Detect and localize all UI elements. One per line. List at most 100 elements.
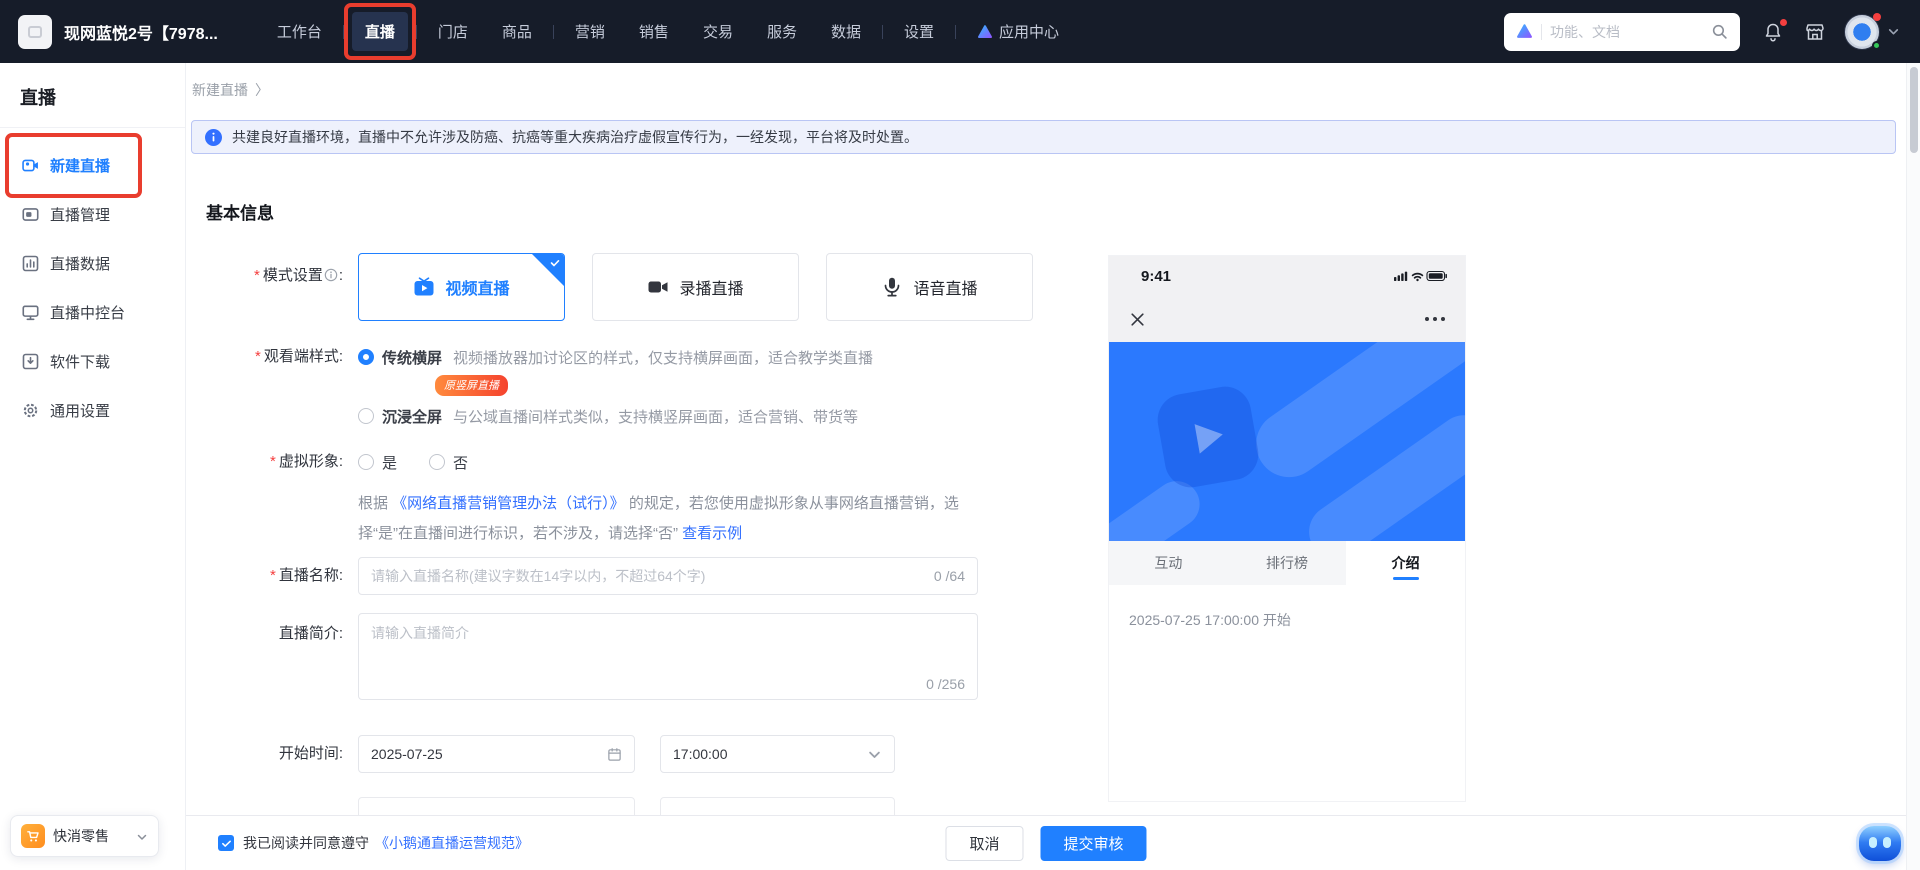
- scrollbar-thumb[interactable]: [1910, 67, 1918, 153]
- search-placeholder: 功能、文档: [1550, 23, 1620, 40]
- required-asterisk: [270, 453, 276, 470]
- nav-item[interactable]: 销售: [626, 12, 682, 51]
- time-picker[interactable]: 17:00:00: [660, 735, 895, 773]
- gear-icon: [22, 402, 39, 419]
- chevron-down-icon: [867, 747, 882, 762]
- nav-item[interactable]: 设置: [891, 12, 947, 51]
- sidebar: 直播 新建直播 直播管理 直播数据 直播中控台 软件下载 通用设置 快消零售: [0, 63, 186, 870]
- breadcrumb-current[interactable]: 新建直播: [192, 80, 248, 100]
- nav-item[interactable]: 商品: [489, 12, 545, 51]
- preview-tab[interactable]: 排行榜: [1227, 541, 1347, 585]
- download-icon: [22, 353, 39, 370]
- submit-review-button[interactable]: 提交审核: [1040, 825, 1147, 861]
- nav-divider: [342, 24, 344, 39]
- sidebar-item[interactable]: 直播中控台: [0, 288, 185, 337]
- nav-item[interactable]: 工作台: [264, 12, 335, 51]
- phone-clock: 9:41: [1141, 267, 1172, 285]
- nav-divider: [881, 24, 883, 39]
- live-intro-textarea[interactable]: [359, 614, 977, 672]
- assistant-robot-icon[interactable]: [1856, 823, 1904, 865]
- view-example-link[interactable]: 查看示例: [682, 525, 742, 542]
- info-icon: [205, 128, 222, 146]
- live-name-label: 直播名称:: [191, 557, 343, 595]
- console-icon: [22, 304, 39, 321]
- close-icon[interactable]: [1129, 311, 1146, 328]
- agree-checkbox[interactable]: [218, 835, 234, 851]
- view-style-options: 传统横屏 视频播放器加讨论区的样式，仅支持横屏画面，适合教学类直播 原竖屏直播 …: [358, 346, 873, 427]
- breadcrumb-separator: 〉: [255, 82, 269, 98]
- search-icon[interactable]: [1711, 23, 1728, 40]
- view-style-row: 观看端样式: 传统横屏 视频播放器加讨论区的样式，仅支持横屏画面，适合教学类直播…: [191, 346, 873, 427]
- nav-item[interactable]: 应用中心: [964, 12, 1072, 51]
- sidebar-title: 直播: [20, 88, 56, 108]
- radio-yes[interactable]: [358, 454, 374, 470]
- global-search-input[interactable]: 功能、文档: [1504, 12, 1740, 51]
- notifications-bell-icon[interactable]: [1762, 18, 1787, 43]
- sidebar-item[interactable]: 直播管理: [0, 190, 185, 239]
- nav-item[interactable]: 交易: [690, 12, 746, 51]
- required-asterisk: [254, 267, 260, 284]
- sidebar-item[interactable]: 软件下载: [0, 337, 185, 386]
- view-style-option: 沉浸全屏 与公域直播间样式类似，支持横竖屏画面，适合营销、带货等: [358, 405, 873, 427]
- video-camera-icon: [22, 157, 39, 174]
- nav-divider: [955, 24, 956, 39]
- live-cover-placeholder: [1109, 342, 1465, 541]
- breadcrumb: 新建直播 〉: [192, 80, 269, 100]
- char-counter: 0 /256: [926, 676, 965, 692]
- mode-option-button[interactable]: 录播直播: [592, 253, 799, 321]
- info-circle-icon[interactable]: [324, 267, 338, 282]
- view-style-option: 传统横屏 视频播放器加讨论区的样式，仅支持横屏画面，适合教学类直播 原竖屏直播: [358, 346, 873, 396]
- online-status-dot: [1872, 40, 1881, 50]
- radio-button[interactable]: [358, 408, 374, 424]
- virtual-avatar-help: 根据 《网络直播营销管理办法（试行）》 的规定，若您使用虚拟形象从事网络直播营销…: [358, 495, 959, 542]
- date-picker[interactable]: 2025-07-25: [358, 735, 635, 773]
- phone-status-bar: 9:41: [1109, 256, 1465, 296]
- app-center-icon: [977, 24, 993, 40]
- mode-option-button[interactable]: 语音直播: [826, 253, 1033, 321]
- app-logo[interactable]: [18, 14, 52, 49]
- notice-banner: 共建良好直播环境，直播中不允许涉及防癌、抗癌等重大疾病治疗虚假宣传行为，一经发现…: [191, 120, 1896, 154]
- chevron-down-icon[interactable]: [1887, 25, 1900, 38]
- nav-item[interactable]: 门店: [425, 12, 481, 51]
- store-name[interactable]: 现网蓝悦2号【7978...: [64, 20, 218, 44]
- sidebar-item[interactable]: 直播数据: [0, 239, 185, 288]
- live-intro-field: 0 /256: [358, 613, 978, 700]
- selected-check-icon: [532, 254, 564, 286]
- live-name-input[interactable]: [371, 568, 924, 584]
- required-asterisk: [255, 348, 261, 365]
- agreement-link[interactable]: 《小鹅通直播运营规范》: [375, 833, 529, 853]
- workspace-switcher[interactable]: 快消零售: [10, 815, 159, 857]
- mode-label: 模式设置:: [191, 253, 343, 321]
- preview-tab[interactable]: 互动: [1109, 541, 1228, 585]
- mode-row: 模式设置: 视频直播 录播直播 语音直播: [191, 253, 1033, 321]
- cart-icon: [21, 824, 45, 848]
- more-dots-icon[interactable]: [1425, 317, 1445, 321]
- radio-no[interactable]: [429, 454, 446, 470]
- preview-tabs: 互动 排行榜 介绍: [1109, 541, 1466, 585]
- nav-item[interactable]: 营销: [562, 12, 618, 51]
- regulation-link[interactable]: 《网络直播营销管理办法（试行）》: [392, 495, 625, 512]
- nav-item[interactable]: 数据: [818, 12, 874, 51]
- bar-chart-icon: [22, 255, 39, 272]
- nav-item[interactable]: 服务: [754, 12, 810, 51]
- live-name-field: 0 /64: [358, 557, 978, 595]
- preview-tab[interactable]: 介绍: [1346, 541, 1466, 585]
- tv-play-icon: [413, 276, 435, 298]
- app-center-icon: [1516, 23, 1533, 40]
- main-content: 新建直播 〉 共建良好直播环境，直播中不允许涉及防癌、抗癌等重大疾病治疗虚假宣传…: [186, 63, 1906, 870]
- workspace-label: 快消零售: [53, 828, 109, 844]
- cancel-button[interactable]: 取消: [945, 825, 1024, 861]
- user-avatar[interactable]: [1844, 12, 1881, 50]
- agree-text: 我已阅读并同意遵守: [243, 835, 369, 851]
- section-title: 基本信息: [206, 204, 274, 223]
- camcorder-icon: [647, 276, 669, 298]
- sidebar-item[interactable]: 通用设置: [0, 386, 185, 435]
- nav-item[interactable]: 直播: [343, 3, 416, 60]
- mode-option-button[interactable]: 视频直播: [358, 253, 565, 321]
- sidebar-item[interactable]: 新建直播: [0, 133, 185, 198]
- mobile-preview: 9:41 互动 排行榜 介绍 2025-07-25 17:00:00 开始: [1108, 255, 1466, 802]
- virtual-avatar-label: 虚拟形象:: [191, 451, 343, 549]
- storefront-icon[interactable]: [1804, 21, 1826, 43]
- app-logo-glyph: [28, 25, 42, 38]
- radio-button[interactable]: [358, 349, 374, 365]
